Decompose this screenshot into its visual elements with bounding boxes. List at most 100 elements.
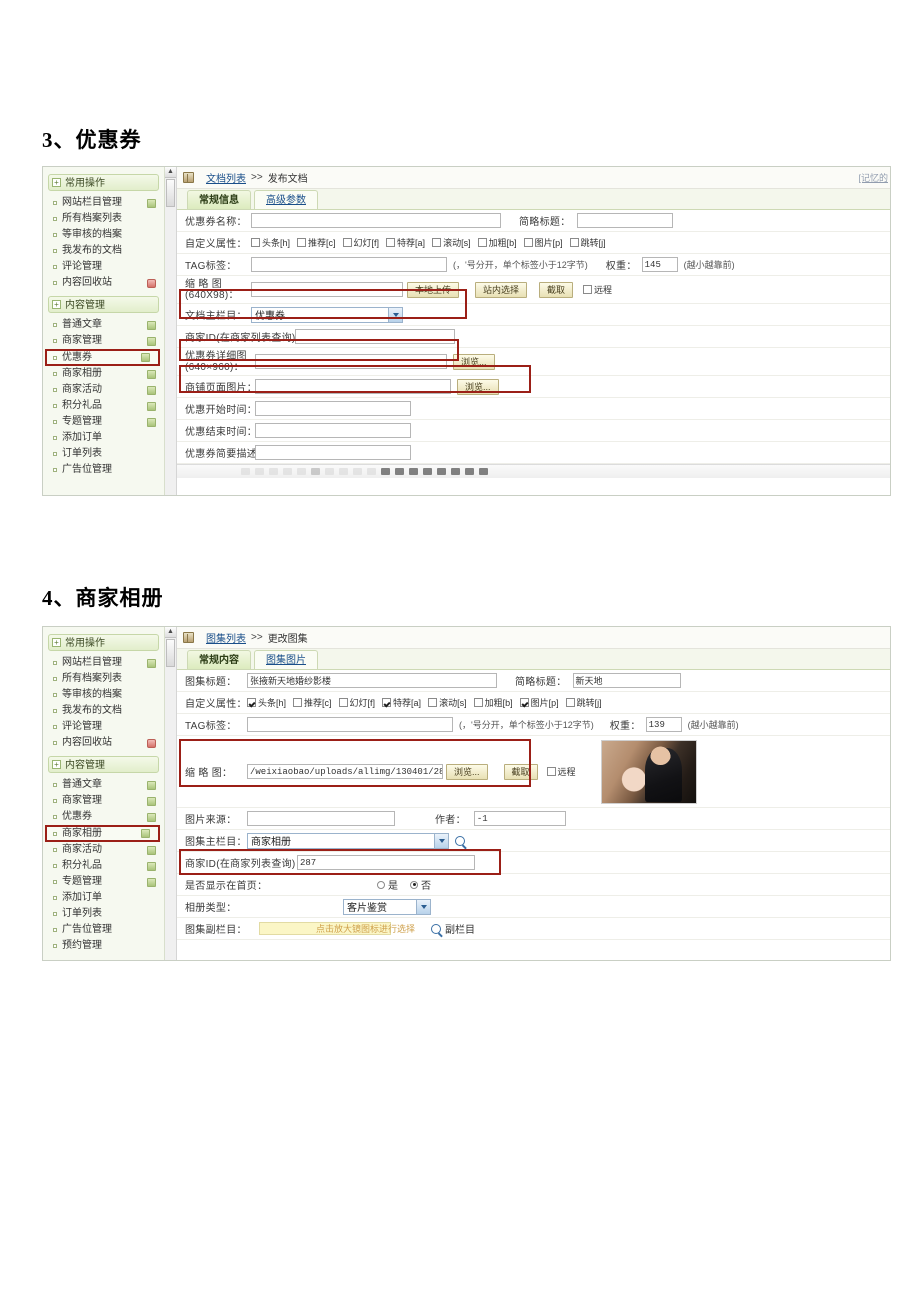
editor-tool-icon[interactable]: [283, 468, 292, 475]
checkbox-icon[interactable]: [523, 238, 533, 247]
checkbox-attr-bold[interactable]: 加粗[b]: [477, 236, 517, 249]
tab-album-images[interactable]: 图集图片: [254, 650, 318, 669]
checkbox-attr-recommend[interactable]: 推荐[c]: [293, 696, 332, 709]
checkbox-icon[interactable]: [297, 238, 307, 247]
checkbox-attr-headline[interactable]: 头条[h]: [247, 696, 286, 709]
radio-icon[interactable]: [410, 880, 418, 889]
editor-tool-icon[interactable]: [367, 468, 376, 475]
tab-advanced-params[interactable]: 高级参数: [254, 190, 318, 209]
sidebar-item-comment-mgmt[interactable]: 评论管理: [43, 259, 164, 275]
checkbox-attr-slide[interactable]: 幻灯[f]: [342, 236, 379, 249]
checkbox-icon[interactable]: [338, 698, 348, 707]
sidebar-item-recycle-bin[interactable]: 内容回收站: [43, 735, 164, 751]
sidebar-item-site-column-mgmt[interactable]: 网站栏目管理: [43, 195, 164, 211]
checkbox-attr-recommend[interactable]: 推荐[c]: [297, 236, 336, 249]
checkbox-attr-scroll[interactable]: 滚动[s]: [432, 236, 471, 249]
checkbox-attr-slide[interactable]: 幻灯[f]: [338, 696, 375, 709]
sidebar-item-add-order[interactable]: 添加订单: [43, 430, 164, 446]
checkbox-icon[interactable]: [583, 285, 593, 294]
sidebar-item-merchant-mgmt[interactable]: 商家管理: [43, 793, 164, 809]
chevron-down-icon[interactable]: [434, 833, 448, 848]
checkbox-attr-image[interactable]: 图片[p]: [519, 696, 559, 709]
editor-tool-icon[interactable]: [395, 468, 404, 475]
sidebar-item-site-column-mgmt[interactable]: 网站栏目管理: [43, 655, 164, 671]
editor-tool-icon[interactable]: [409, 468, 418, 475]
checkbox-attr-special[interactable]: 特荐[a]: [382, 696, 421, 709]
chevron-down-icon[interactable]: [416, 899, 430, 914]
input-weight[interactable]: 139: [645, 717, 682, 732]
checkbox-icon[interactable]: [477, 238, 487, 247]
editor-tool-icon[interactable]: [339, 468, 348, 475]
checkbox-attr-jump[interactable]: 跳转[j]: [565, 696, 602, 709]
sidebar-item-coupon[interactable]: 优惠券: [43, 809, 164, 825]
input-merchant-id[interactable]: 287: [297, 855, 475, 870]
sidebar-item-points-gift[interactable]: 积分礼品: [43, 858, 164, 874]
input-short-title[interactable]: [576, 213, 673, 228]
sidebar-item-all-archives[interactable]: 所有档案列表: [43, 671, 164, 687]
sub-column-link[interactable]: 副栏目: [445, 921, 475, 936]
sidebar-item-normal-article[interactable]: 普通文章: [43, 777, 164, 793]
input-author[interactable]: -1: [473, 811, 566, 826]
checkbox-icon[interactable]: [565, 698, 575, 707]
checkbox-icon[interactable]: [382, 698, 392, 707]
sidebar-item-merchant-album[interactable]: 商家相册: [43, 366, 164, 382]
input-end-time[interactable]: [255, 423, 411, 438]
vertical-scrollbar[interactable]: ▲: [165, 627, 177, 960]
checkbox-icon[interactable]: [293, 698, 303, 707]
vertical-scrollbar[interactable]: ▲: [165, 167, 177, 495]
sidebar-item-order-list[interactable]: 订单列表: [43, 906, 164, 922]
checkbox-attr-special[interactable]: 特荐[a]: [386, 236, 425, 249]
editor-tool-icon[interactable]: [241, 468, 250, 475]
sidebar-item-comment-mgmt[interactable]: 评论管理: [43, 719, 164, 735]
sidebar-item-appointment-mgmt[interactable]: 预约管理: [43, 938, 164, 954]
editor-toolbar[interactable]: [177, 464, 890, 478]
checkbox-attr-headline[interactable]: 头条[h]: [251, 236, 290, 249]
sidebar-item-pending-review[interactable]: 等审核的档案: [43, 687, 164, 703]
sidebar-item-topic-mgmt[interactable]: 专题管理: [43, 414, 164, 430]
checkbox-icon[interactable]: [428, 698, 438, 707]
input-thumbnail[interactable]: /weixiaobao/uploads/allimg/130401/287-13…: [247, 764, 443, 779]
input-image-source[interactable]: [247, 811, 395, 826]
checkbox-attr-image[interactable]: 图片[p]: [523, 236, 563, 249]
editor-tool-icon[interactable]: [451, 468, 460, 475]
checkbox-icon[interactable]: [247, 698, 256, 707]
input-thumbnail[interactable]: [251, 282, 403, 297]
sidebar-item-merchant-activity[interactable]: 商家活动: [43, 382, 164, 398]
checkbox-icon[interactable]: [251, 238, 260, 247]
chevron-down-icon[interactable]: [388, 307, 402, 322]
breadcrumb-root-link[interactable]: 图集列表: [206, 630, 246, 645]
crop-button[interactable]: 截取: [503, 763, 538, 780]
expand-icon[interactable]: +: [52, 760, 61, 769]
checkbox-icon[interactable]: [473, 698, 483, 707]
tab-general-info[interactable]: 常规信息: [187, 190, 251, 209]
memo-link[interactable]: [记忆的: [858, 171, 888, 184]
radio-show-home-no[interactable]: 否: [410, 877, 431, 892]
checkbox-icon[interactable]: [432, 238, 442, 247]
sidebar-item-recycle-bin[interactable]: 内容回收站: [43, 275, 164, 291]
detail-image-browse-button[interactable]: 浏览...: [453, 353, 495, 370]
checkbox-icon[interactable]: [546, 767, 556, 776]
sidebar-item-merchant-album[interactable]: 商家相册: [45, 825, 160, 842]
sidebar-item-ad-slot-mgmt[interactable]: 广告位管理: [43, 462, 164, 478]
checkbox-attr-jump[interactable]: 跳转[j]: [569, 236, 606, 249]
editor-tool-icon[interactable]: [311, 468, 320, 475]
breadcrumb-root-link[interactable]: 文档列表: [206, 170, 246, 185]
editor-tool-icon[interactable]: [353, 468, 362, 475]
scroll-up-icon[interactable]: ▲: [165, 627, 176, 638]
input-detail-image[interactable]: [255, 354, 447, 369]
editor-tool-icon[interactable]: [423, 468, 432, 475]
sidebar-item-merchant-mgmt[interactable]: 商家管理: [43, 333, 164, 349]
select-main-column[interactable]: 优惠券: [251, 306, 403, 323]
checkbox-icon[interactable]: [569, 238, 579, 247]
local-upload-button[interactable]: 本地上传: [407, 281, 460, 298]
panel-header-content-mgmt[interactable]: + 内容管理: [48, 756, 159, 773]
input-merchant-id[interactable]: [295, 329, 455, 344]
input-coupon-name[interactable]: [251, 213, 501, 228]
expand-icon[interactable]: +: [52, 178, 61, 187]
editor-tool-icon[interactable]: [255, 468, 264, 475]
sidebar-item-merchant-activity[interactable]: 商家活动: [43, 842, 164, 858]
thumbnail-browse-button[interactable]: 浏览...: [446, 763, 488, 780]
scrollbar-thumb[interactable]: [166, 639, 175, 667]
checkbox-remote[interactable]: 远程: [546, 765, 576, 778]
editor-tool-icon[interactable]: [297, 468, 306, 475]
